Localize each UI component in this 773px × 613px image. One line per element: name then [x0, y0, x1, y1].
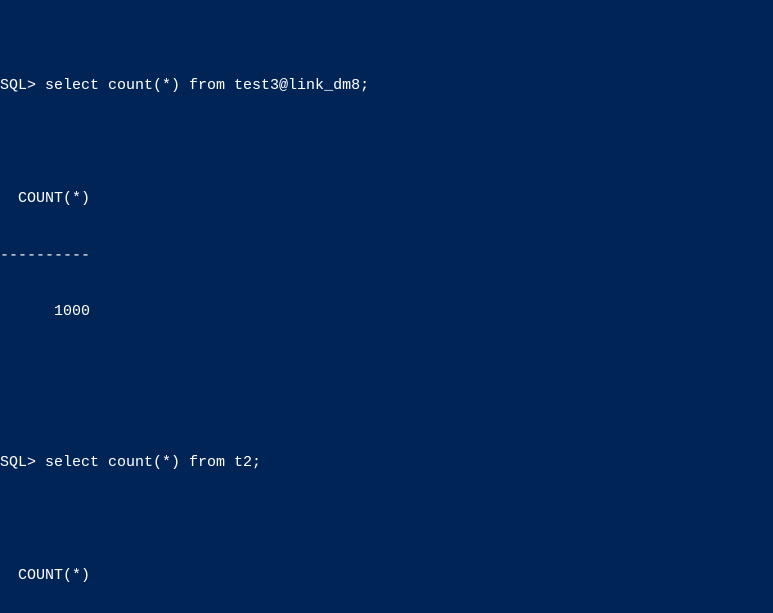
command-text: select count(*) from t2;	[36, 454, 261, 471]
prompt-line: SQL> select count(*) from test3@link_dm8…	[0, 77, 773, 96]
blank-line	[0, 510, 773, 529]
blank-line	[0, 360, 773, 379]
column-header: COUNT(*)	[0, 190, 773, 209]
terminal-output: SQL> select count(*) from test3@link_dm8…	[0, 0, 773, 613]
sql-prompt: SQL>	[0, 77, 36, 94]
result-value: 1000	[0, 303, 773, 322]
command-text: select count(*) from test3@link_dm8;	[36, 77, 369, 94]
prompt-line: SQL> select count(*) from t2;	[0, 454, 773, 473]
column-header: COUNT(*)	[0, 567, 773, 586]
column-dash: ----------	[0, 247, 773, 266]
blank-line	[0, 134, 773, 153]
sql-prompt: SQL>	[0, 454, 36, 471]
